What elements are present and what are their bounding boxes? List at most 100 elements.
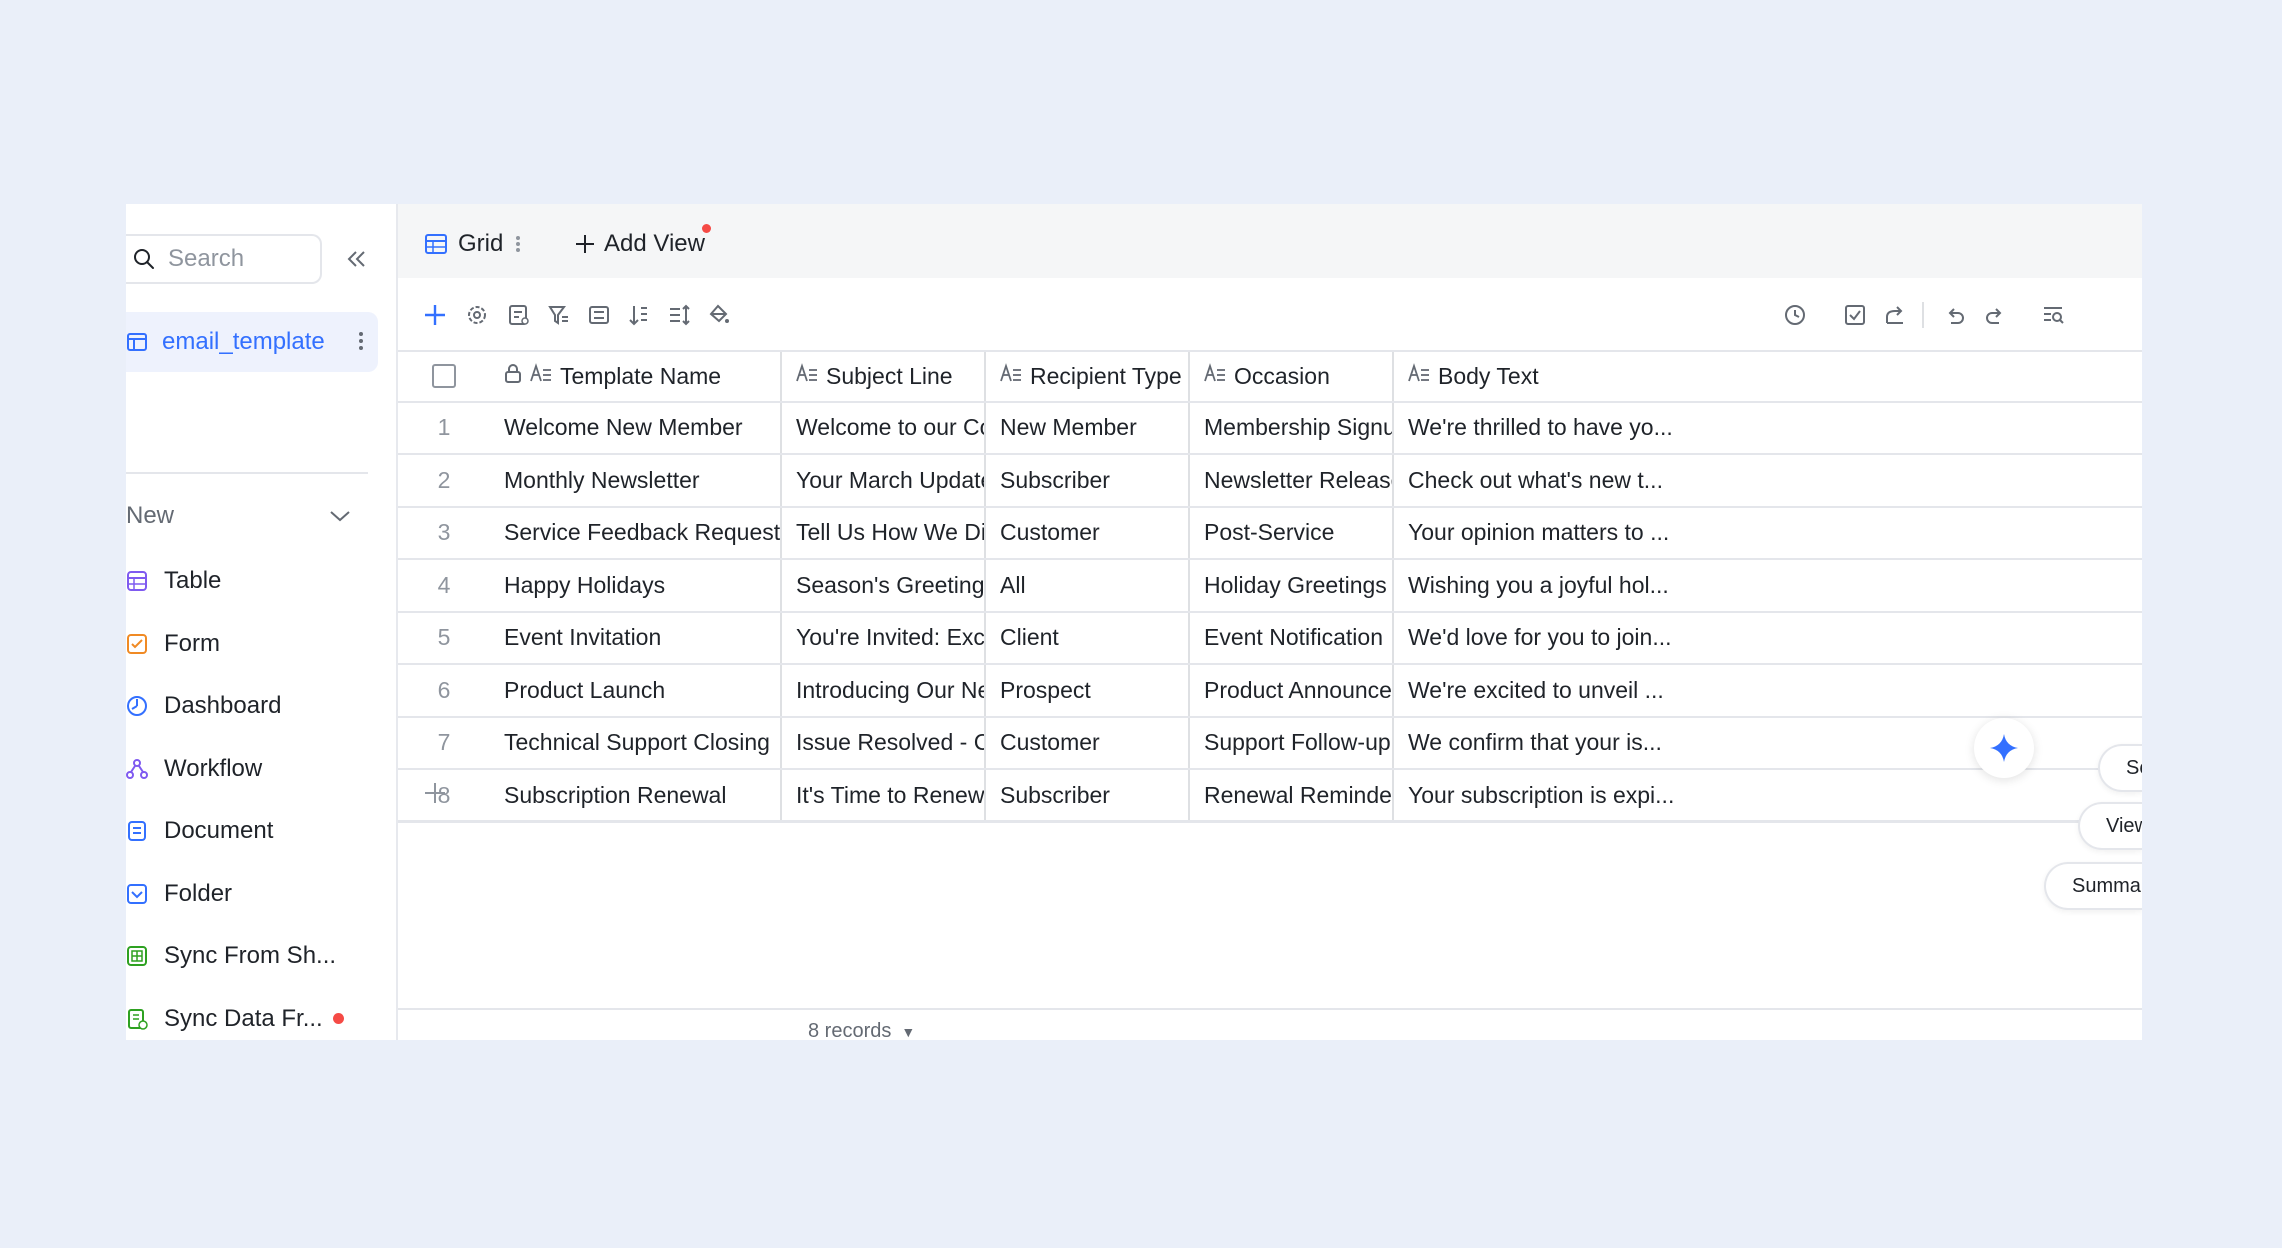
undo-button[interactable]: [1940, 300, 1970, 330]
table-cell[interactable]: Post-Service: [1188, 507, 1392, 558]
table-cell[interactable]: Wishing you a joyful hol...: [1392, 560, 2142, 611]
search-records-button[interactable]: Search Records: [2098, 744, 2142, 792]
filter-button[interactable]: [544, 300, 574, 330]
more-icon[interactable]: [515, 232, 521, 256]
settings-button[interactable]: [462, 300, 492, 330]
table-cell[interactable]: Product Launch: [490, 665, 780, 716]
table-cell[interactable]: Subscriber: [984, 455, 1188, 506]
new-folder-item[interactable]: Folder: [126, 863, 344, 926]
table-cell[interactable]: All: [984, 560, 1188, 611]
table-row[interactable]: 6 Product LaunchIntroducing Our New Pr...…: [398, 665, 2142, 718]
sync-data-icon: [128, 1008, 148, 1030]
column-header-label: Template Name: [560, 362, 722, 389]
search-records-label: Search Records: [2126, 756, 2142, 779]
fill-color-button[interactable]: [704, 300, 734, 330]
new-workflow-item[interactable]: Workflow: [126, 738, 344, 801]
table-row[interactable]: 5 Event InvitationYou're Invited: Exclusi…: [398, 612, 2142, 665]
select-all-checkbox[interactable]: [432, 364, 456, 389]
table-cell[interactable]: Membership Signup: [1188, 402, 1392, 453]
table-cell[interactable]: Event Notification: [1188, 612, 1392, 663]
table-cell[interactable]: You're Invited: Exclusive...: [780, 612, 984, 663]
table-cell[interactable]: Introducing Our New Pr...: [780, 665, 984, 716]
table-row[interactable]: 1 Welcome New MemberWelcome to our Commu.…: [398, 402, 2142, 455]
table-cell[interactable]: Happy Holidays: [490, 560, 780, 611]
table-cell[interactable]: Monthly Newsletter: [490, 455, 780, 506]
new-section-label: New: [126, 502, 175, 529]
table-cell[interactable]: Prospect: [984, 665, 1188, 716]
find-button[interactable]: [2038, 300, 2068, 330]
table-cell[interactable]: Check out what's new t...: [1392, 455, 2142, 506]
folder-icon: [127, 883, 147, 904]
select-all-cell: [398, 352, 490, 401]
tasks-button[interactable]: [1840, 300, 1870, 330]
redo-button[interactable]: [1980, 300, 2010, 330]
table-cell[interactable]: Product Announcement: [1188, 665, 1392, 716]
text-field-icon: [1204, 363, 1226, 389]
row-height-button[interactable]: [664, 300, 694, 330]
sort-button[interactable]: [624, 300, 654, 330]
new-sync-data-item[interactable]: Sync Data Fr...: [126, 988, 344, 1041]
new-section-header[interactable]: New: [126, 496, 352, 536]
table-cell[interactable]: Holiday Greetings: [1188, 560, 1392, 611]
double-chevron-left-icon: [347, 251, 365, 267]
column-header[interactable]: Template Name: [490, 352, 780, 401]
new-document-item[interactable]: Document: [126, 800, 344, 863]
lock-icon: [504, 363, 522, 389]
ai-assistant-button[interactable]: [1974, 718, 2034, 778]
row-number: 6: [437, 676, 451, 703]
table-cell[interactable]: Service Feedback Request: [490, 508, 780, 559]
add-row-button[interactable]: [398, 770, 2142, 822]
table-cell[interactable]: Newsletter Release: [1188, 455, 1392, 506]
table-cell[interactable]: We're excited to unveil ...: [1392, 665, 2142, 716]
new-dashboard-item[interactable]: Dashboard: [126, 675, 344, 738]
share-button[interactable]: [1880, 300, 1910, 330]
table-cell[interactable]: We're thrilled to have yo...: [1392, 402, 2142, 453]
column-header[interactable]: Occasion: [1188, 352, 1392, 401]
summarize-label: Summarize This Base: [2072, 874, 2142, 897]
table-cell[interactable]: Welcome to our Commu...: [780, 402, 984, 453]
table-cell[interactable]: Your March Updates Insi...: [780, 455, 984, 506]
table-cell[interactable]: Season's Greetings from...: [780, 560, 984, 611]
table-row[interactable]: 3 Service Feedback Request Tell Us How We …: [398, 507, 2142, 560]
text-field-icon: [530, 363, 552, 389]
view-user-guides-button[interactable]: View User Guides: [2078, 802, 2142, 850]
fields-button[interactable]: [504, 300, 534, 330]
add-view-button[interactable]: Add View: [574, 224, 711, 264]
new-sync-sheet-item[interactable]: Sync From Sh...: [126, 925, 344, 988]
field-settings-icon: [509, 305, 529, 325]
collapse-sidebar-button[interactable]: [342, 244, 372, 274]
more-icon[interactable]: [358, 326, 364, 356]
table-cell[interactable]: We'd love for you to join...: [1392, 612, 2142, 663]
add-record-button[interactable]: [420, 300, 450, 330]
new-table-item[interactable]: Table: [126, 550, 344, 613]
table-row[interactable]: 2 Monthly NewsletterYour March Updates In…: [398, 455, 2142, 508]
table-cell[interactable]: Your opinion matters to ...: [1392, 507, 2142, 558]
sparkle-icon: [1990, 734, 2018, 762]
group-button[interactable]: [584, 300, 614, 330]
table-cell[interactable]: New Member: [984, 402, 1188, 453]
new-form-item[interactable]: Form: [126, 613, 344, 676]
table-row[interactable]: 4 Happy HolidaysSeason's Greetings from..…: [398, 560, 2142, 613]
sort-icon: [629, 306, 647, 326]
table-cell[interactable]: Tell Us How We Did: [780, 507, 984, 558]
new-item-label: Sync Data Fr...: [164, 1004, 323, 1032]
table-cell[interactable]: Welcome New Member: [490, 403, 780, 454]
sidebar-item-email-template[interactable]: email_template: [126, 312, 378, 372]
summarize-base-button[interactable]: Summarize This Base: [2044, 862, 2142, 910]
table-cell[interactable]: Customer: [984, 507, 1188, 558]
table-cell[interactable]: Customer: [984, 717, 1188, 768]
column-header[interactable]: Subject Line: [780, 352, 984, 401]
table-row[interactable]: 7 Technical Support Closing Issue Resolved…: [398, 717, 2142, 770]
column-header[interactable]: Body Text: [1392, 352, 2142, 401]
column-header[interactable]: Recipient Type: [984, 352, 1188, 401]
sidebar-search[interactable]: Search: [126, 234, 322, 284]
tab-grid[interactable]: Grid: [424, 224, 521, 264]
table-cell[interactable]: Client: [984, 612, 1188, 663]
table-cell[interactable]: Issue Resolved - Case #...: [780, 717, 984, 768]
table-cell[interactable]: Support Follow-up: [1188, 717, 1392, 768]
record-count[interactable]: 8 records ▼: [808, 1020, 915, 1040]
history-button[interactable]: [1780, 300, 1810, 330]
table-cell[interactable]: Technical Support Closing: [490, 718, 780, 769]
table-cell[interactable]: Event Invitation: [490, 613, 780, 664]
text-field-icon: [796, 363, 818, 389]
